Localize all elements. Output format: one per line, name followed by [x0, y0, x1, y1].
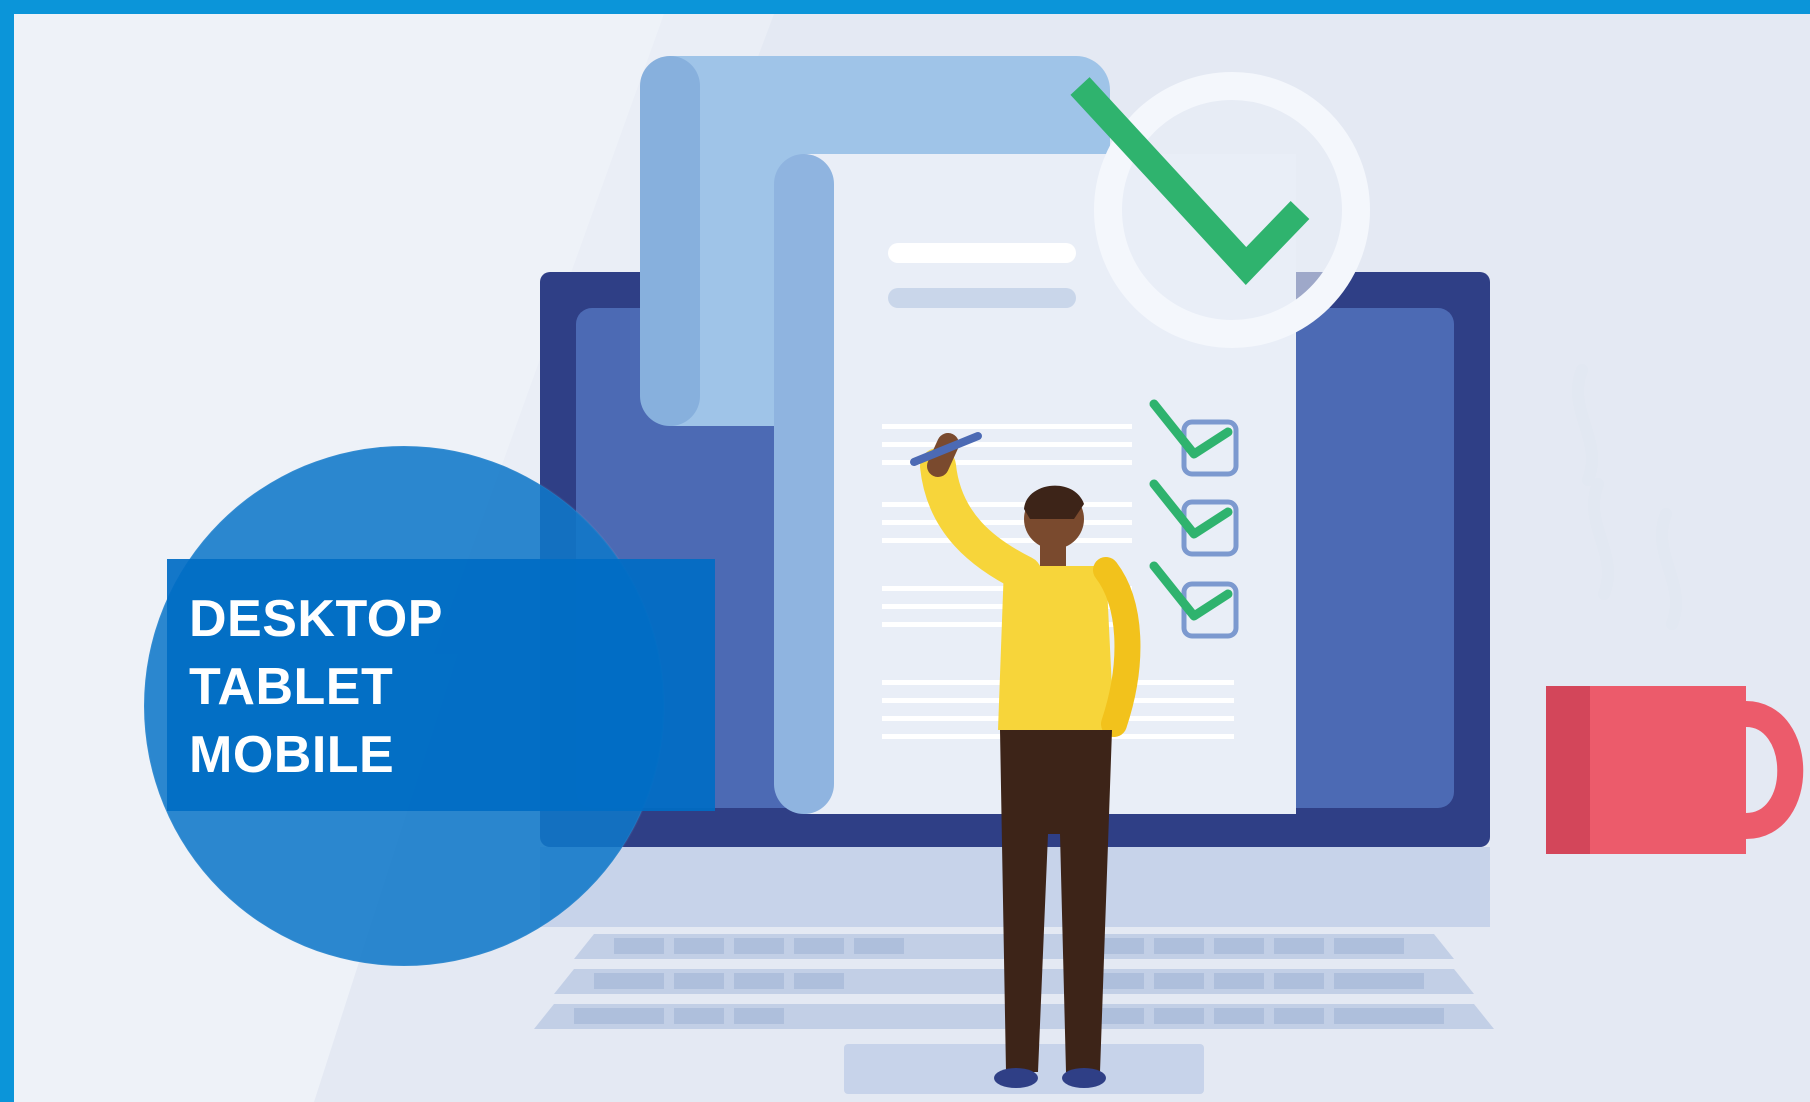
- page-frame: DESKTOP TABLET MOBILE: [0, 0, 1810, 1102]
- document-subtitle-line: [888, 288, 1076, 308]
- label-mobile: MOBILE: [189, 726, 395, 784]
- label-desktop: DESKTOP: [189, 590, 443, 648]
- document-title-line: [888, 243, 1076, 263]
- hero-canvas: DESKTOP TABLET MOBILE: [14, 14, 1810, 1102]
- hero-illustration: [143, 14, 1810, 1102]
- label-tablet: TABLET: [189, 658, 394, 716]
- device-label-box: DESKTOP TABLET MOBILE: [167, 559, 715, 811]
